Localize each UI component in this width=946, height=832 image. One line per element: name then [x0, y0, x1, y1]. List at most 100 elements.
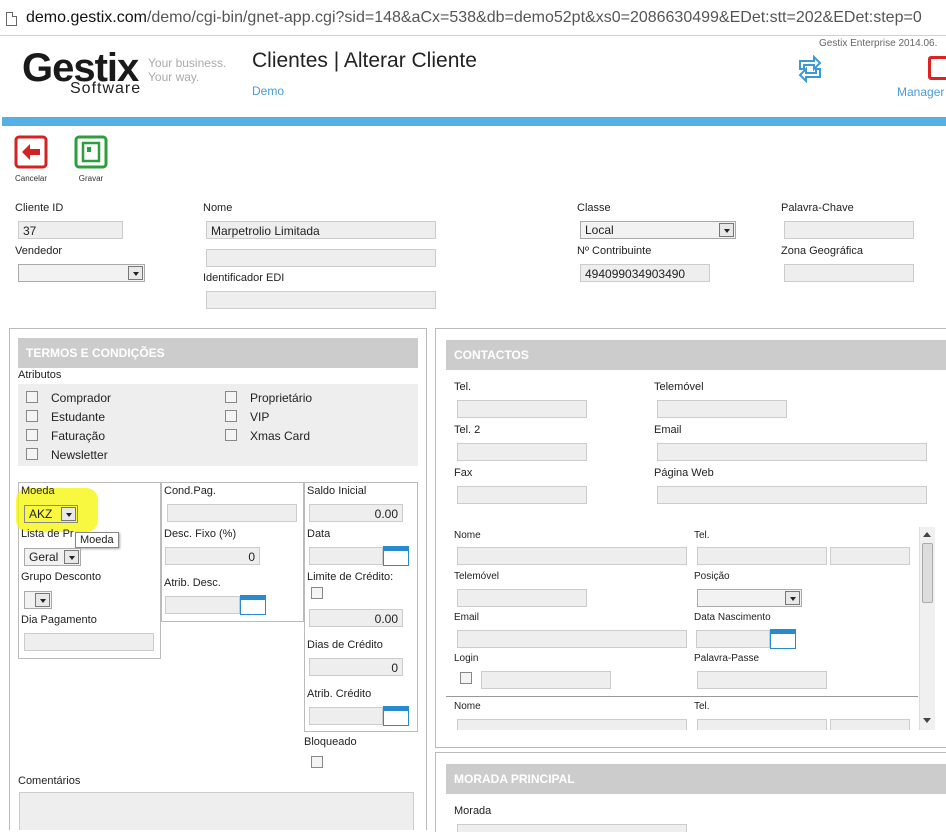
- fax-input[interactable]: [457, 486, 587, 504]
- pessoa-nascimento-input[interactable]: [696, 630, 770, 648]
- limite-input[interactable]: 0.00: [309, 609, 403, 627]
- contribuinte-label: Nº Contribuinte: [577, 245, 652, 257]
- contribuinte-input[interactable]: 494099034903490: [580, 264, 710, 282]
- vip-checkbox[interactable]: [225, 410, 237, 422]
- telemovel-input[interactable]: [657, 400, 787, 418]
- comentarios-textarea[interactable]: [19, 792, 414, 830]
- dia-input[interactable]: [24, 633, 154, 651]
- pessoa-email-input[interactable]: [457, 630, 687, 648]
- estudante-label: Estudante: [51, 410, 106, 424]
- pessoa2-tel-label: Tel.: [694, 701, 710, 712]
- pessoa-palavra-passe-input[interactable]: [697, 671, 827, 689]
- pessoa-login-checkbox[interactable]: [460, 672, 472, 684]
- scroll-down-icon[interactable]: [923, 718, 931, 723]
- estudante-checkbox[interactable]: [26, 410, 38, 422]
- atrib-credito-calendar-icon[interactable]: [383, 706, 409, 726]
- cancel-button[interactable]: Cancelar: [11, 135, 51, 183]
- pessoa2-tel-ext-input[interactable]: [830, 719, 910, 730]
- pessoa-telemovel-input[interactable]: [457, 589, 587, 607]
- email-label: Email: [654, 424, 682, 436]
- pessoa-tel-input[interactable]: [697, 547, 827, 565]
- morada-input[interactable]: [457, 824, 687, 832]
- atrib-desc-input[interactable]: [165, 596, 240, 614]
- faturacao-checkbox[interactable]: [26, 429, 38, 441]
- zona-input[interactable]: [784, 264, 914, 282]
- comentarios-label: Comentários: [18, 775, 81, 787]
- lista-select[interactable]: Geral: [24, 548, 81, 566]
- chevron-down-icon: [719, 223, 734, 237]
- cond-input[interactable]: [167, 504, 297, 522]
- header-divider: [2, 117, 946, 126]
- moeda-select[interactable]: AKZ: [24, 505, 78, 523]
- contacts-scrollbar[interactable]: [919, 527, 935, 730]
- browser-url-bar[interactable]: demo.gestix.com/demo/cgi-bin/gnet-app.cg…: [0, 0, 946, 36]
- url-text[interactable]: demo.gestix.com/demo/cgi-bin/gnet-app.cg…: [26, 9, 922, 27]
- pessoa-tel-label: Tel.: [694, 530, 710, 541]
- email-input[interactable]: [657, 443, 927, 461]
- demo-link[interactable]: Demo: [252, 84, 284, 98]
- vendedor-select[interactable]: [18, 264, 145, 282]
- scrollbar-thumb[interactable]: [922, 543, 933, 603]
- edi-input[interactable]: [206, 291, 436, 309]
- page-icon: [6, 12, 17, 26]
- data-input[interactable]: [309, 547, 383, 565]
- tel-input[interactable]: [457, 400, 587, 418]
- scroll-up-icon[interactable]: [923, 532, 931, 537]
- manager-link[interactable]: Manager: [897, 85, 944, 99]
- faturacao-label: Faturação: [51, 429, 106, 443]
- classe-select[interactable]: Local: [580, 221, 736, 239]
- pessoa-tel-ext-input[interactable]: [830, 547, 910, 565]
- proprietario-checkbox[interactable]: [225, 391, 237, 403]
- newsletter-label: Newsletter: [51, 448, 108, 462]
- pessoa-email-label: Email: [454, 612, 480, 623]
- cliente-id-input[interactable]: 37: [18, 221, 123, 239]
- bloqueado-checkbox[interactable]: [311, 756, 323, 768]
- nome-input[interactable]: Marpetrolio Limitada: [206, 221, 436, 239]
- page-title: Clientes | Alterar Cliente: [252, 49, 477, 72]
- refresh-icon[interactable]: [796, 55, 824, 83]
- dias-label: Dias de Crédito: [307, 639, 383, 651]
- palavra-chave-input[interactable]: [784, 221, 914, 239]
- newsletter-checkbox[interactable]: [26, 448, 38, 460]
- cond-label: Cond.Pag.: [164, 485, 216, 497]
- gestix-logo[interactable]: Gestix Software: [22, 48, 140, 97]
- pessoa-login-input[interactable]: [481, 671, 611, 689]
- atrib-desc-calendar-icon[interactable]: [240, 595, 266, 615]
- classe-label: Classe: [577, 202, 611, 214]
- xmas-card-checkbox[interactable]: [225, 429, 237, 441]
- edi-label: Identificador EDI: [203, 272, 285, 284]
- tel2-input[interactable]: [457, 443, 587, 461]
- morada-label: Morada: [454, 805, 492, 817]
- data-calendar-icon[interactable]: [383, 546, 409, 566]
- pessoa-posicao-label: Posição: [694, 571, 730, 582]
- lista-label: Lista de Pr: [21, 528, 74, 540]
- close-icon[interactable]: [928, 56, 946, 80]
- pessoa-posicao-select[interactable]: [697, 589, 802, 607]
- fax-label: Fax: [454, 467, 473, 479]
- pessoa2-nome-input[interactable]: [457, 719, 687, 730]
- proprietario-label: Proprietário: [250, 391, 313, 405]
- pessoa2-tel-input[interactable]: [697, 719, 827, 730]
- limite-checkbox[interactable]: [311, 587, 323, 599]
- pessoa-nome-input[interactable]: [457, 547, 687, 565]
- save-button[interactable]: Gravar: [71, 135, 111, 183]
- tel2-label: Tel. 2: [454, 424, 481, 436]
- desc-fixo-label: Desc. Fixo (%): [164, 528, 237, 540]
- pessoa-nascimento-calendar-icon[interactable]: [770, 629, 796, 649]
- atrib-credito-input[interactable]: [309, 707, 383, 725]
- dias-input[interactable]: 0: [309, 658, 403, 676]
- contact-persons-list[interactable]: Nome Tel. Telemóvel Posição Email Data N…: [446, 525, 918, 730]
- atributos-label: Atributos: [18, 369, 62, 381]
- grupo-select[interactable]: [24, 591, 52, 609]
- version-label: Gestix Enterprise 2014.06.: [819, 38, 938, 49]
- comprador-checkbox[interactable]: [26, 391, 38, 403]
- pagina-input[interactable]: [657, 486, 927, 504]
- pessoa-telemovel-label: Telemóvel: [454, 571, 500, 582]
- tel-label: Tel.: [454, 381, 472, 393]
- termos-header: TERMOS E CONDIÇÕES: [18, 338, 418, 368]
- nome2-input[interactable]: [206, 249, 436, 267]
- data-label: Data: [307, 528, 331, 540]
- person-divider: [446, 696, 918, 697]
- desc-fixo-input[interactable]: 0: [165, 547, 260, 565]
- saldo-input[interactable]: 0.00: [309, 504, 403, 522]
